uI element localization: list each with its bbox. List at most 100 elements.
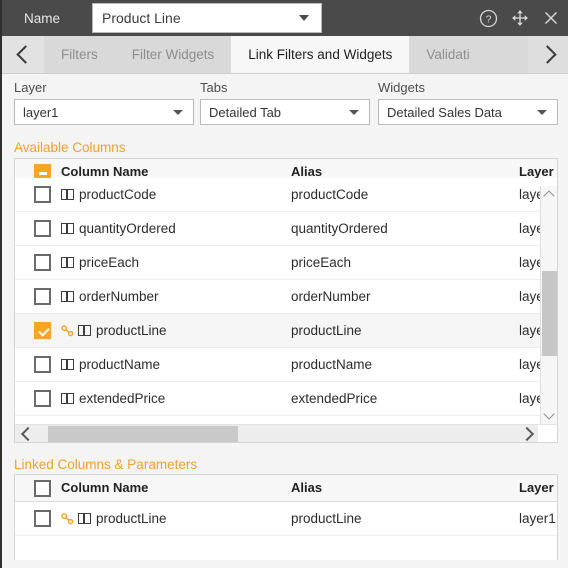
scrollbar-corner	[538, 425, 557, 442]
table-row[interactable]: extendedPrice extendedPrice laye	[15, 382, 557, 416]
widgets-label: Widgets	[378, 80, 425, 95]
tab-scroll-left-button[interactable]	[2, 36, 44, 73]
available-columns-grid: Column Name Alias Layer productCode produ…	[14, 158, 558, 443]
tab-strip: Filters Filter Widgets Link Filters and …	[2, 36, 568, 74]
cell-column-name: orderNumber	[61, 280, 159, 313]
row-checkbox[interactable]	[34, 356, 51, 373]
cell-column-name: quantityOrdered	[61, 212, 176, 245]
tab-link-filters-and-widgets[interactable]: Link Filters and Widgets	[231, 36, 410, 73]
chevron-down-icon	[543, 408, 555, 420]
table-row[interactable]: productCode productCode laye	[15, 178, 557, 212]
chevron-down-icon	[299, 15, 309, 21]
table-row[interactable]: orderNumber orderNumber laye	[15, 280, 557, 314]
cell-column-name: productName	[61, 348, 160, 381]
header-layer: Layer	[519, 480, 554, 495]
linked-select-all-checkbox[interactable]	[34, 480, 51, 497]
scroll-up-button[interactable]	[541, 186, 557, 203]
table-row[interactable]: priceEach priceEach laye	[15, 246, 557, 280]
vertical-scrollbar-thumb[interactable]	[542, 271, 557, 356]
row-checkbox[interactable]	[34, 186, 51, 203]
tab-label: Filter Widgets	[131, 47, 215, 62]
tab-scroll-right-button[interactable]	[528, 36, 568, 73]
header-alias: Alias	[291, 480, 323, 495]
row-checkbox[interactable]	[34, 390, 51, 407]
cell-layer: layer1	[519, 511, 556, 526]
cell-alias: productName	[291, 357, 373, 372]
cell-alias: productLine	[291, 511, 362, 526]
scroll-left-button[interactable]	[17, 425, 35, 442]
scroll-right-button[interactable]	[519, 425, 537, 442]
layer-label: Layer	[14, 80, 47, 95]
cell-alias: productCode	[291, 187, 369, 202]
chevron-up-icon	[543, 190, 555, 202]
move-arrows-icon[interactable]	[511, 9, 529, 27]
svg-text:?: ?	[486, 13, 492, 25]
column-icon	[61, 223, 74, 234]
tab-filter-widgets[interactable]: Filter Widgets	[114, 36, 232, 73]
row-checkbox[interactable]	[34, 510, 51, 527]
linked-grid-body: productLine productLine layer1	[15, 502, 557, 559]
chevron-right-icon	[537, 45, 557, 64]
chevron-right-icon	[519, 426, 534, 441]
cell-alias: priceEach	[291, 255, 352, 270]
header-column-name: Column Name	[61, 480, 149, 495]
available-grid-body: productCode productCode laye quantityOrdere…	[15, 178, 557, 434]
table-row[interactable]: productLine productLine laye	[15, 314, 557, 348]
scroll-down-button[interactable]	[541, 407, 557, 424]
layer-field: Layer layer1	[14, 80, 194, 125]
table-row[interactable]: productLine productLine layer1	[15, 502, 557, 536]
row-checkbox[interactable]	[34, 254, 51, 271]
tab-validation[interactable]: Validati	[409, 36, 470, 73]
layer-select-value: layer1	[23, 104, 59, 120]
layer-select[interactable]: layer1	[14, 99, 194, 125]
column-name-text: extendedPrice	[79, 391, 166, 406]
tabs-label: Tabs	[200, 80, 228, 95]
tabs-select[interactable]: Detailed Tab	[200, 99, 370, 125]
link-icon	[61, 324, 74, 336]
dialog-titlebar: Name Product Line ?	[2, 0, 568, 36]
widgets-select-value: Detailed Sales Data	[387, 104, 502, 120]
chevron-down-icon	[173, 109, 183, 115]
column-icon	[61, 393, 74, 404]
column-name-text: productLine	[96, 323, 167, 338]
tab-filters[interactable]: Filters	[44, 36, 115, 73]
cell-column-name: productCode	[61, 178, 156, 211]
column-name-text: orderNumber	[79, 289, 159, 304]
horizontal-scrollbar-thumb[interactable]	[48, 426, 238, 442]
help-circle-icon[interactable]: ?	[479, 9, 498, 28]
close-icon[interactable]	[542, 9, 560, 27]
tabs-select-value: Detailed Tab	[209, 104, 282, 120]
row-checkbox[interactable]	[34, 220, 51, 237]
selector-row: Layer layer1 Tabs Detailed Tab Widgets D…	[2, 74, 568, 133]
column-icon	[78, 325, 91, 336]
cell-alias: extendedPrice	[291, 391, 378, 406]
linked-columns-title: Linked Columns & Parameters	[14, 457, 198, 472]
vertical-scrollbar[interactable]	[540, 186, 557, 424]
name-select[interactable]: Product Line	[92, 3, 322, 33]
tabs-field: Tabs Detailed Tab	[200, 80, 370, 125]
cell-alias: orderNumber	[291, 289, 371, 304]
tab-label: Link Filters and Widgets	[248, 47, 393, 62]
cell-column-name: productLine	[61, 314, 167, 347]
column-icon	[61, 359, 74, 370]
tab-label: Filters	[61, 47, 98, 62]
row-checkbox[interactable]	[34, 288, 51, 305]
column-icon	[61, 257, 74, 268]
column-name-text: productLine	[96, 511, 167, 526]
row-checkbox[interactable]	[34, 322, 51, 339]
column-name-text: productCode	[79, 187, 157, 202]
cell-alias: quantityOrdered	[291, 221, 388, 236]
table-row[interactable]: quantityOrdered quantityOrdered laye	[15, 212, 557, 246]
column-name-text: priceEach	[79, 255, 140, 270]
horizontal-scrollbar[interactable]	[15, 424, 557, 442]
titlebar-icons: ?	[479, 0, 560, 36]
cell-column-name: priceEach	[61, 246, 139, 279]
name-select-value: Product Line	[102, 10, 181, 26]
column-name-text: quantityOrdered	[79, 221, 176, 236]
widgets-select[interactable]: Detailed Sales Data	[378, 99, 558, 125]
chevron-left-icon	[15, 45, 35, 64]
table-row[interactable]: productName productName laye	[15, 348, 557, 382]
widgets-field: Widgets Detailed Sales Data	[378, 80, 558, 125]
cell-column-name: extendedPrice	[61, 382, 165, 415]
cell-alias: productLine	[291, 323, 362, 338]
